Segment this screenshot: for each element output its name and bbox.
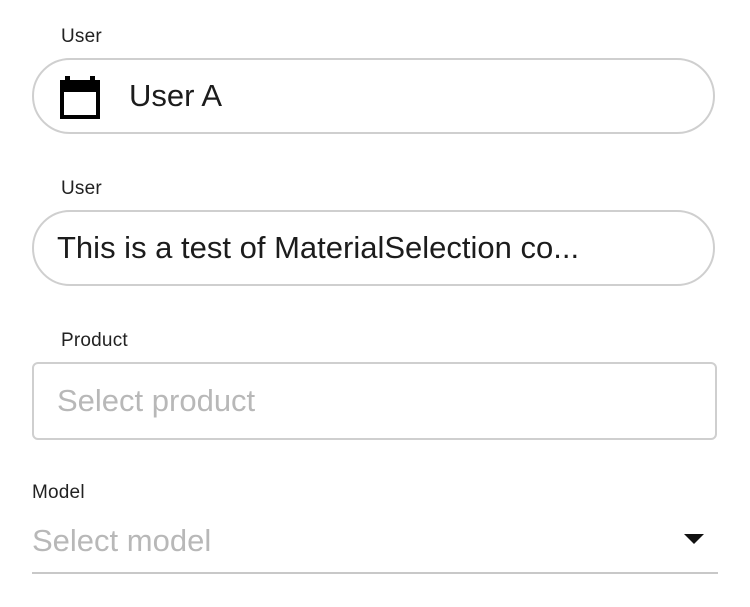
product-field-label: Product — [61, 330, 128, 351]
user-text-field-value: This is a test of MaterialSelection co..… — [57, 230, 580, 265]
product-placeholder: Select product — [57, 383, 256, 418]
model-field-label: Model — [32, 482, 85, 503]
model-select[interactable]: Select model — [32, 510, 718, 574]
user-text-field[interactable]: This is a test of MaterialSelection co..… — [32, 210, 715, 286]
user-select-field[interactable]: User A — [32, 58, 715, 134]
calendar-icon — [60, 76, 100, 119]
user-field-value: User A — [129, 78, 223, 113]
chevron-down-icon[interactable] — [684, 534, 704, 544]
model-placeholder: Select model — [32, 523, 212, 558]
user-text-field-label: User — [61, 178, 102, 199]
user-field-label: User — [61, 26, 102, 47]
product-input[interactable]: Select product — [32, 362, 717, 440]
